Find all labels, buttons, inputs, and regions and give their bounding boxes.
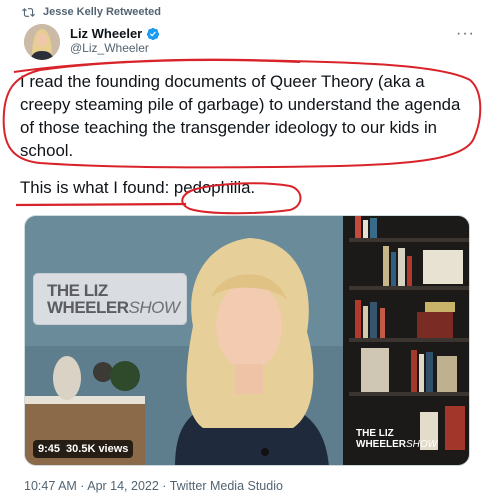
author-name[interactable]: Liz Wheeler — [70, 26, 142, 41]
avatar[interactable] — [24, 24, 60, 60]
show-logo-bold: WHEELER — [47, 298, 129, 317]
author-handle[interactable]: @Liz_Wheeler — [70, 41, 160, 56]
video-duration: 9:45 — [38, 443, 61, 455]
show-logo-sign: THE LIZ WHEELERSHOW — [33, 273, 187, 325]
retweet-label[interactable]: Jesse Kelly Retweeted — [43, 6, 161, 18]
verified-badge-icon — [147, 27, 160, 40]
tweet-paragraph-2: This is what I found: pedophilia. — [20, 176, 470, 199]
corner-logo-bottom: WHEELERSHOW — [356, 439, 437, 450]
video-views: 30.5K views — [66, 443, 129, 455]
corner-logo-script: SHOW — [406, 439, 438, 450]
tweet-highlight-word: pedophilia. — [173, 178, 256, 197]
more-options-icon[interactable]: ··· — [456, 25, 475, 43]
show-logo-script: SHOW — [128, 298, 180, 317]
show-logo-bottom: WHEELERSHOW — [47, 298, 180, 318]
corner-watermark: THE LIZ WHEELERSHOW — [356, 428, 437, 451]
video-player[interactable]: THE LIZ WHEELERSHOW THE LIZ WHEELERSHOW … — [24, 215, 470, 466]
corner-logo-bold: WHEELER — [356, 439, 406, 450]
video-stats-badge: 9:45 30.5K views — [33, 440, 134, 458]
social-context[interactable]: Jesse Kelly Retweeted — [22, 4, 161, 20]
tweet-text: I read the founding documents of Queer T… — [20, 70, 470, 199]
tweet-paragraph-2-lead: This is what I found: — [20, 178, 174, 197]
corner-logo-top: THE LIZ — [356, 428, 394, 439]
tweet-paragraph-1: I read the founding documents of Queer T… — [20, 72, 461, 160]
red-underline — [15, 202, 187, 207]
tweet-timestamp[interactable]: 10:47 AM · Apr 14, 2022 · Twitter Media … — [24, 479, 283, 493]
retweet-icon — [22, 7, 35, 17]
